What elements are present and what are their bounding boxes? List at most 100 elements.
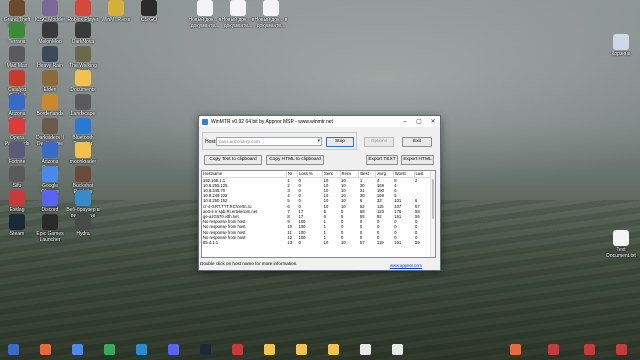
app-shortcut-icon (230, 0, 246, 16)
stop-button[interactable]: Stop (326, 137, 354, 147)
desktop-icon[interactable]: Documents (66, 70, 100, 93)
desktop-icon[interactable]: MelonMod (33, 22, 67, 45)
table-row[interactable]: 85.4.1.1 13 0 10 10 57 119 161 59 (202, 240, 431, 245)
taskbar-app-icon[interactable] (392, 344, 403, 355)
desktop-icon[interactable]: Landscape (66, 94, 100, 117)
folder-icon[interactable] (328, 344, 339, 355)
desktop-icon[interactable]: Mad Max (0, 46, 34, 69)
app-shortcut-icon (75, 214, 91, 230)
taskbar-app-icon[interactable] (360, 344, 371, 355)
desktop-icon[interactable]: Новый док... в документе... (221, 0, 255, 29)
desktop-icon[interactable]: Terraria (0, 22, 34, 45)
desktop-icon[interactable]: Borderlands (33, 94, 67, 117)
table-body[interactable]: 192.168.1.1 1 0 10 10 1 4 8 2 10.8.255.125 2 0 10 10 3… (202, 177, 431, 245)
desktop-icon-label: WinMTR.exe (101, 17, 131, 23)
desktop-icon-label: Borderlands (36, 111, 64, 117)
app-shortcut-icon (141, 0, 157, 16)
desktop-icon[interactable]: Steam (0, 214, 34, 237)
app-shortcut-icon (42, 0, 58, 16)
desktop-icon-label: DarkNova (71, 39, 95, 45)
taskbar-app-icon[interactable] (104, 344, 115, 355)
desktop-icon[interactable]: Корзина (604, 34, 638, 57)
copy-text-button[interactable]: Copy Text to clipboard (204, 155, 262, 165)
taskbar-app-icon[interactable] (136, 344, 147, 355)
app-shortcut-icon (75, 166, 91, 182)
app-shortcut-icon (75, 190, 91, 206)
taskbar-app-icon[interactable] (40, 344, 51, 355)
app-shortcut-icon (75, 0, 91, 16)
desktop-icon-label: Documents (70, 87, 96, 93)
desktop-icon[interactable]: Новый док... в документе... (254, 0, 288, 29)
desktop-icon-label: Sifu (12, 183, 22, 189)
desktop-icon-label: Text Document.txt (606, 247, 636, 259)
table-scrollbar[interactable] (430, 171, 435, 257)
desktop-icon[interactable]: WinMTR.exe (99, 0, 133, 23)
maximize-icon[interactable]: ▢ (412, 118, 426, 125)
app-shortcut-icon (9, 118, 25, 134)
table-cell: 85.4.1.1 (203, 239, 219, 245)
desktop-icon[interactable]: Hydra (66, 214, 100, 237)
app-shortcut-icon (42, 22, 58, 38)
app-shortcut-icon (9, 190, 25, 206)
app-shortcut-icon (9, 46, 25, 62)
desktop-icon[interactable]: DarkNova (66, 22, 100, 45)
window-titlebar[interactable]: WinMTR v0.92 64 bit by Appnor MSP - www.… (199, 116, 440, 127)
options-button[interactable]: Options (364, 137, 394, 147)
desktop-icon[interactable]: Sifu (0, 166, 34, 189)
taskbar-app-icon[interactable] (72, 344, 83, 355)
chevron-down-icon[interactable]: ▾ (317, 138, 320, 144)
taskbar-app-icon[interactable] (548, 344, 559, 355)
desktop-icon-label: Landscape (70, 111, 96, 117)
table-cell: 10 (323, 239, 329, 245)
taskbar-app-icon[interactable] (510, 344, 521, 355)
app-shortcut-icon (9, 70, 25, 86)
app-shortcut-icon (75, 22, 91, 38)
desktop-icon-label: CS:GO (140, 17, 158, 23)
app-shortcut-icon (9, 94, 25, 110)
taskbar (0, 340, 640, 360)
desktop-icon[interactable]: Roblox Player (66, 0, 100, 23)
taskbar-app-icon[interactable] (584, 344, 595, 355)
taskbar-app-icon[interactable] (616, 344, 627, 355)
export-html-button[interactable]: Export HTML (401, 155, 434, 165)
desktop-icon-label: Корзина (611, 51, 631, 57)
host-input[interactable]: pass.arizona-rp.com ▾ (216, 137, 322, 146)
taskbar-app-icon[interactable] (200, 344, 211, 355)
folder-icon[interactable] (264, 344, 275, 355)
desktop-icon[interactable]: Новый док... в документе... (188, 0, 222, 29)
desktop-icon-label: Discord (41, 207, 59, 213)
app-shortcut-icon (42, 118, 58, 134)
results-table[interactable]: Hostname Nr Loss % Sent Recv Best Avrg Worst Las… (201, 170, 436, 258)
desktop-icon[interactable]: Exitlag (0, 190, 34, 213)
desktop-icon[interactable]: Epic Games Launcher (33, 214, 67, 243)
taskbar-app-icon[interactable] (232, 344, 243, 355)
app-shortcut-icon (613, 34, 629, 50)
desktop-icon[interactable]: moonloader (66, 142, 100, 165)
copy-html-button[interactable]: Copy HTML to clipboard (266, 155, 324, 165)
app-shortcut-icon (75, 142, 91, 158)
scrollbar-thumb[interactable] (432, 179, 434, 219)
app-icon (202, 118, 208, 125)
folder-icon[interactable] (296, 344, 307, 355)
desktop-icon[interactable]: Discord (33, 190, 67, 213)
export-text-button[interactable]: Export TEXT (366, 155, 398, 165)
app-shortcut-icon (42, 94, 58, 110)
taskbar-app-icon[interactable] (168, 344, 179, 355)
appnor-link[interactable]: www.appnor.com (390, 263, 422, 268)
windows-start-icon[interactable] (8, 344, 19, 355)
app-shortcut-icon (9, 166, 25, 182)
desktop-icon[interactable]: CS:GO (132, 0, 166, 23)
desktop-icon[interactable]: Elden (33, 70, 67, 93)
app-shortcut-icon (42, 214, 58, 230)
desktop-icon[interactable]: ICSC Modder (33, 0, 67, 23)
table-cell: 0 (298, 239, 301, 245)
desktop-icon-label: Steam (9, 231, 25, 237)
close-icon[interactable]: ✕ (426, 118, 440, 125)
desktop-icon[interactable]: Fortnite (0, 142, 34, 165)
host-label: Host: (205, 139, 217, 145)
desktop-icon[interactable]: Text Document.txt (604, 230, 638, 259)
minimize-icon[interactable]: – (398, 119, 412, 125)
app-shortcut-icon (75, 70, 91, 86)
exit-button[interactable]: Exit (402, 137, 432, 147)
desktop-icon[interactable]: Heavy Rain (33, 46, 67, 69)
